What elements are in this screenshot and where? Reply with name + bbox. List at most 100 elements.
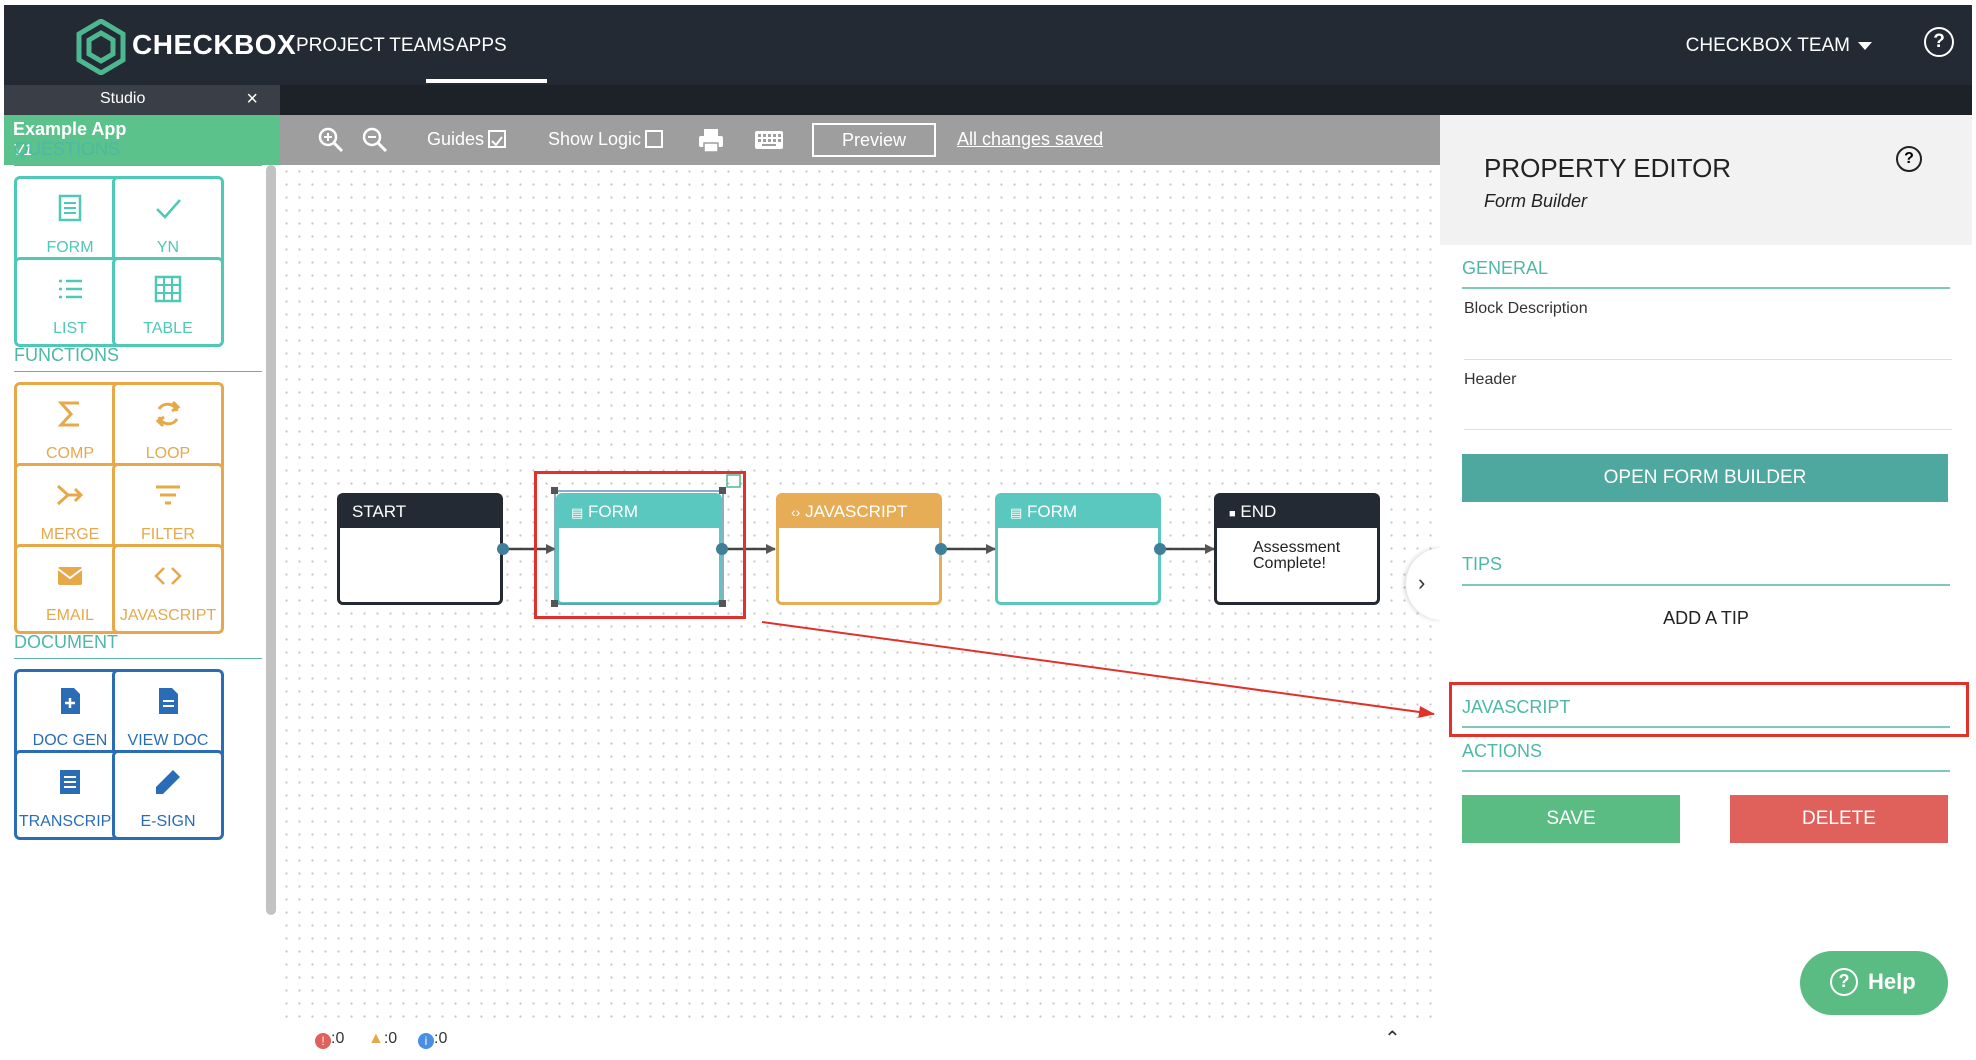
- team-name: CHECKBOX TEAM: [1685, 35, 1850, 56]
- table-icon: [154, 275, 182, 303]
- pencil-icon: [156, 770, 180, 794]
- delete-button[interactable]: DELETE: [1730, 795, 1948, 843]
- info-count[interactable]: i:0: [418, 1030, 447, 1049]
- print-icon[interactable]: [697, 126, 725, 154]
- show-logic-label: Show Logic: [548, 129, 642, 149]
- guides-toggle[interactable]: Guides: [427, 129, 507, 150]
- block-transcript[interactable]: TRANSCRIPT: [14, 750, 126, 840]
- show-logic-toggle[interactable]: Show Logic: [548, 129, 664, 150]
- warning-count[interactable]: ▲:0: [368, 1030, 397, 1048]
- block-javascript-label: JAVASCRIPT: [119, 607, 217, 624]
- keyboard-icon[interactable]: [754, 128, 784, 152]
- caret-down-icon: [1858, 41, 1872, 50]
- section-actions: ACTIONS: [1462, 741, 1543, 761]
- save-button[interactable]: SAVE: [1462, 795, 1680, 843]
- stop-icon: ■: [1229, 508, 1236, 520]
- envelope-icon: [57, 567, 83, 585]
- block-palette-sidebar: Example App V1 QUESTIONS FORM YN LIST TA…: [4, 115, 280, 1055]
- info-icon: i: [418, 1033, 434, 1049]
- property-editor-header: PROPERTY EDITOR Form Builder ?: [1440, 115, 1972, 245]
- section-tips: TIPS: [1462, 554, 1503, 574]
- end-text-line-1: Assessment: [1253, 539, 1341, 556]
- header-input[interactable]: [1464, 429, 1952, 430]
- flow-node-form-2[interactable]: ▤ FORM: [995, 493, 1161, 605]
- end-text-line-2: Complete!: [1253, 555, 1326, 572]
- sidebar-scrollbar[interactable]: [266, 165, 276, 915]
- zoom-out-icon[interactable]: [362, 127, 388, 153]
- tab-studio[interactable]: Studio ×: [4, 85, 280, 115]
- property-editor-subtitle: Form Builder: [1484, 191, 1588, 211]
- block-form-label: FORM: [46, 239, 94, 256]
- section-document-title: DOCUMENT: [14, 632, 118, 652]
- flow-node-end-text: Assessment Complete!: [1253, 540, 1340, 572]
- flow-node-end[interactable]: ■ END Assessment Complete!: [1214, 493, 1380, 605]
- guides-checkbox[interactable]: [488, 130, 507, 148]
- block-yn[interactable]: YN: [112, 176, 224, 266]
- block-view-doc[interactable]: VIEW DOC: [112, 669, 224, 759]
- section-functions-title: FUNCTIONS: [14, 345, 119, 365]
- flow-node-javascript-label: JAVASCRIPT: [805, 502, 908, 521]
- block-email-label: EMAIL: [45, 607, 94, 624]
- block-comp[interactable]: COMP: [14, 382, 126, 472]
- nav-apps[interactable]: APPS: [456, 35, 507, 57]
- save-status-link[interactable]: All changes saved: [957, 129, 1103, 150]
- block-email[interactable]: EMAIL: [14, 544, 126, 634]
- block-e-sign[interactable]: E-SIGN: [112, 750, 224, 840]
- add-tip-link[interactable]: ADD A TIP: [1440, 608, 1972, 629]
- status-bar: !:0 ▲:0 i:0 ⌃: [280, 1025, 1440, 1055]
- flow-node-start-title: START: [340, 496, 500, 528]
- help-circle-icon[interactable]: ?: [1896, 146, 1922, 172]
- section-divider: [1462, 770, 1950, 772]
- highlight-selected-node: [534, 471, 746, 619]
- flow-node-form-2-title: ▤ FORM: [998, 496, 1158, 528]
- info-count-value: :0: [434, 1030, 448, 1047]
- chevron-up-icon[interactable]: ⌃: [1384, 1026, 1401, 1051]
- block-comp-label: COMP: [46, 445, 94, 462]
- section-divider: [14, 658, 262, 659]
- block-loop[interactable]: LOOP: [112, 382, 224, 472]
- block-filter-label: FILTER: [141, 526, 195, 543]
- error-count[interactable]: !:0: [315, 1030, 344, 1049]
- checkmark-icon: [156, 199, 181, 219]
- block-e-sign-label: E-SIGN: [140, 813, 196, 830]
- block-description-input[interactable]: [1464, 359, 1952, 360]
- transcript-icon: [60, 770, 80, 794]
- toolbar-divider: [934, 127, 936, 155]
- block-filter[interactable]: FILTER: [112, 463, 224, 553]
- open-form-builder-button[interactable]: OPEN FORM BUILDER: [1462, 454, 1948, 502]
- block-list-label: LIST: [53, 320, 87, 337]
- block-javascript[interactable]: JAVASCRIPT: [112, 544, 224, 634]
- preview-button[interactable]: Preview: [812, 123, 936, 157]
- code-icon: ‹›: [791, 504, 801, 520]
- help-button[interactable]: ? Help: [1800, 951, 1948, 1015]
- active-nav-indicator: [426, 79, 547, 83]
- help-circle-icon[interactable]: ?: [1924, 27, 1954, 57]
- list-icon: [59, 279, 82, 299]
- flow-node-start[interactable]: START: [337, 493, 503, 605]
- brand-name[interactable]: CHECKBOX: [132, 29, 296, 61]
- block-merge[interactable]: MERGE: [14, 463, 126, 553]
- block-view-doc-label: VIEW DOC: [127, 732, 209, 749]
- team-dropdown[interactable]: CHECKBOX TEAM: [1686, 35, 1872, 57]
- nav-project-teams[interactable]: PROJECT TEAMS: [296, 35, 455, 57]
- block-doc-gen[interactable]: DOC GEN: [14, 669, 126, 759]
- zoom-in-icon[interactable]: [318, 127, 344, 153]
- checkbox-logo-icon[interactable]: [76, 19, 126, 75]
- doc-add-icon: [61, 688, 80, 714]
- chevron-right-icon: ›: [1418, 570, 1426, 595]
- sigma-icon: [57, 401, 79, 427]
- warning-count-value: :0: [383, 1030, 398, 1047]
- show-logic-checkbox[interactable]: [645, 130, 664, 148]
- code-icon: [154, 567, 182, 585]
- loop-icon: [155, 400, 181, 428]
- block-table[interactable]: TABLE: [112, 257, 224, 347]
- section-divider: [1462, 584, 1950, 586]
- block-form[interactable]: FORM: [14, 176, 126, 266]
- flow-node-javascript[interactable]: ‹› JAVASCRIPT: [776, 493, 942, 605]
- block-table-label: TABLE: [143, 320, 193, 337]
- error-count-value: :0: [331, 1030, 345, 1047]
- highlight-javascript-section: [1449, 682, 1969, 737]
- flow-node-end-label: END: [1240, 502, 1277, 521]
- close-icon[interactable]: ×: [246, 88, 258, 111]
- block-list[interactable]: LIST: [14, 257, 126, 347]
